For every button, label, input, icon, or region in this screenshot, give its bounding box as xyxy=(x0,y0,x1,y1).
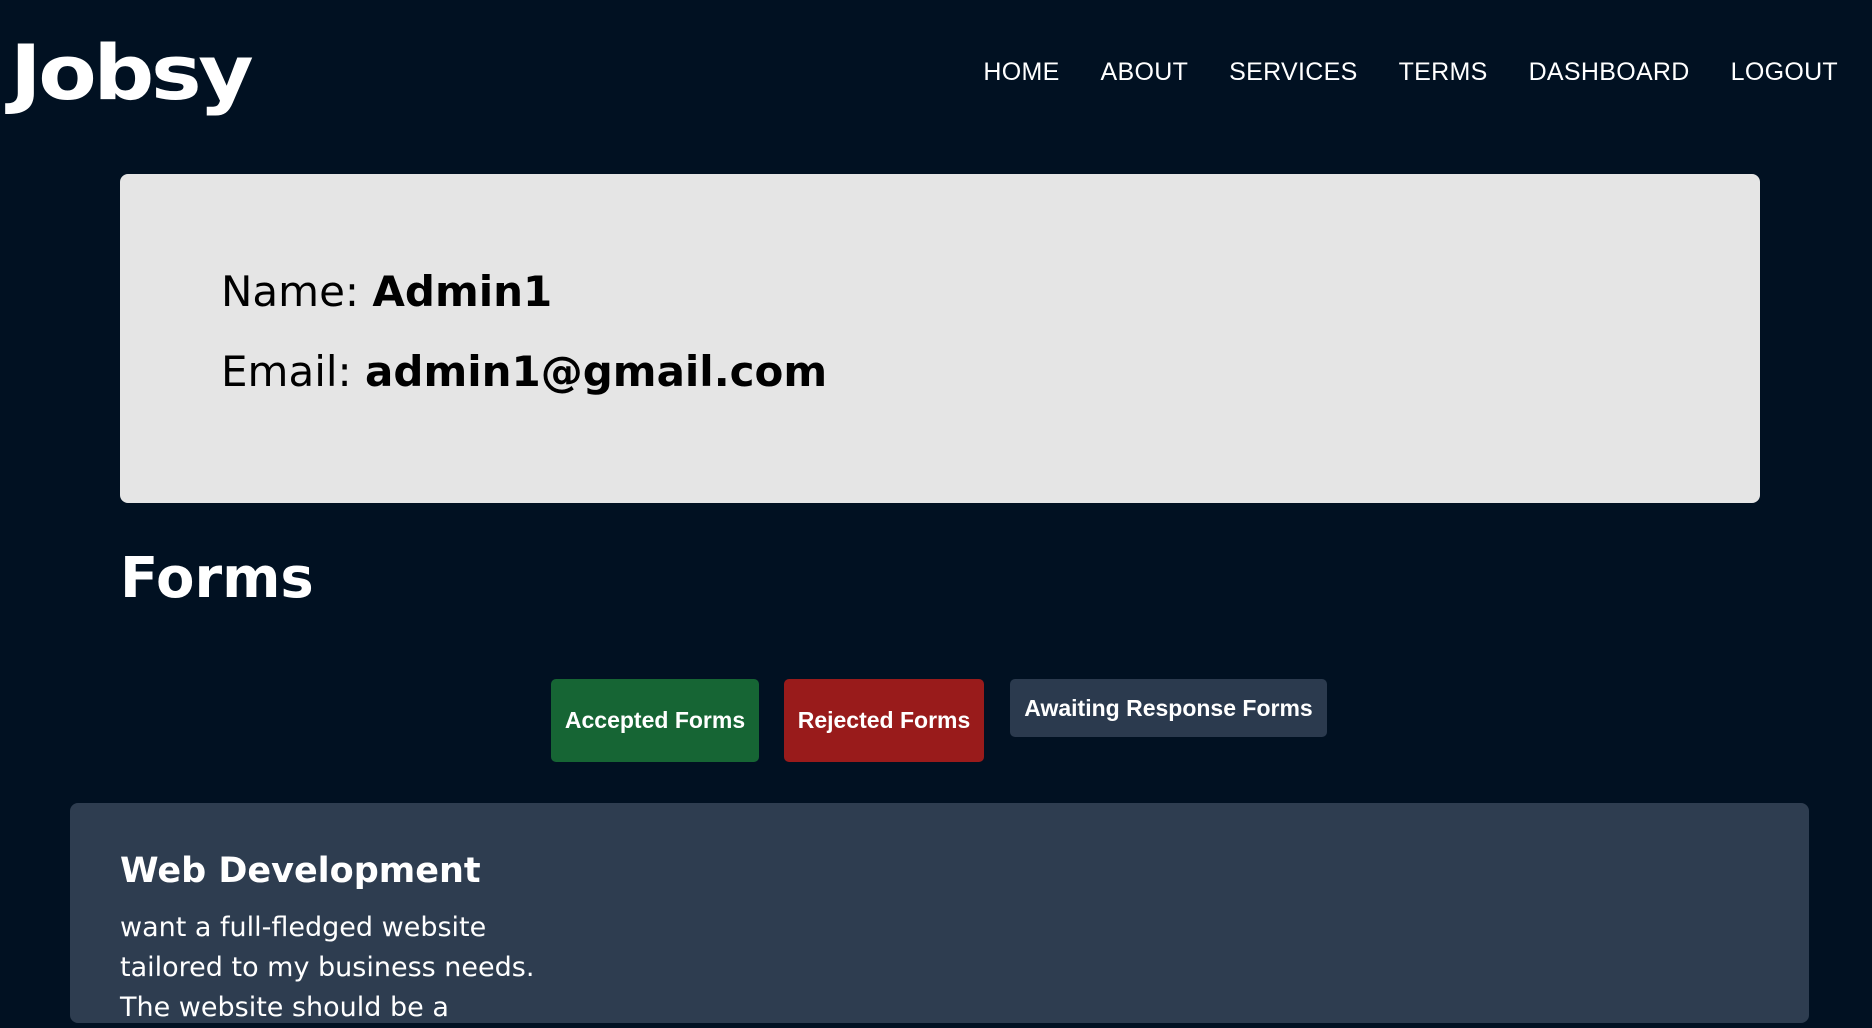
nav-dashboard-link[interactable]: DASHBOARD xyxy=(1529,55,1690,89)
name-value: Admin1 xyxy=(372,267,553,316)
accepted-forms-button[interactable]: Accepted Forms xyxy=(551,679,759,762)
profile-email-row: Email: admin1@gmail.com xyxy=(221,346,827,398)
form-description: want a full-fledged website tailored to … xyxy=(120,912,535,1023)
name-label: Name: xyxy=(221,267,360,316)
nav-terms-link[interactable]: TERMS xyxy=(1399,55,1488,89)
brand-logo[interactable]: Jobsy xyxy=(10,28,254,118)
navbar: Jobsy HOME ABOUT SERVICES TERMS DASHBOAR… xyxy=(0,0,1872,150)
email-value: admin1@gmail.com xyxy=(365,347,828,396)
nav-about-link[interactable]: ABOUT xyxy=(1101,55,1189,89)
awaiting-response-forms-button[interactable]: Awaiting Response Forms xyxy=(1010,679,1327,737)
nav-services-link[interactable]: SERVICES xyxy=(1229,55,1357,89)
nav-links: HOME ABOUT SERVICES TERMS DASHBOARD LOGO… xyxy=(983,55,1838,89)
email-label: Email: xyxy=(221,347,352,396)
rejected-forms-button[interactable]: Rejected Forms xyxy=(784,679,984,762)
form-card: Web Development want a full-fledged webs… xyxy=(70,803,1809,1023)
profile-card: Name: Admin1 Email: admin1@gmail.com xyxy=(120,174,1760,503)
form-title: Web Development xyxy=(120,851,481,891)
nav-home-link[interactable]: HOME xyxy=(983,55,1059,89)
profile-name-row: Name: Admin1 xyxy=(221,266,552,318)
nav-logout-link[interactable]: LOGOUT xyxy=(1731,55,1838,89)
forms-heading: Forms xyxy=(120,546,314,611)
